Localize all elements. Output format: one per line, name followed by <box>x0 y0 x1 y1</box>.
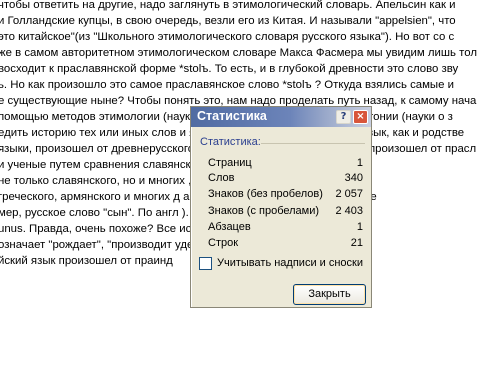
stat-label: Строк <box>208 237 239 249</box>
help-button[interactable]: ? <box>336 110 351 124</box>
stat-row-lines: Строк 21 <box>208 235 368 251</box>
document-line: чтобы ответить на другие, надо заглянуть… <box>0 0 456 11</box>
stat-value: 21 <box>350 237 363 249</box>
stat-row-chars-with-spaces: Знаков (с пробелами) 2 403 <box>208 203 368 219</box>
dialog-titlebar[interactable]: Статистика ? × <box>191 107 371 127</box>
stat-value: 2 057 <box>335 188 363 200</box>
stat-label: Абзацев <box>208 221 251 233</box>
stat-value: 1 <box>356 221 363 233</box>
document-line: ь. Но как произошло это самое праславянс… <box>0 79 454 91</box>
include-footnotes-checkbox[interactable] <box>199 257 212 270</box>
document-line: это китайское"(из "Школьного этимологиче… <box>0 31 455 43</box>
stat-value: 2 403 <box>335 205 363 217</box>
close-button[interactable]: Закрыть <box>293 284 366 305</box>
stat-row-words: Слов 340 <box>208 170 368 186</box>
close-icon: × <box>356 111 365 122</box>
stat-value: 340 <box>344 172 363 184</box>
stat-label: Знаков (без пробелов) <box>208 188 323 200</box>
stat-row-paragraphs: Абзацев 1 <box>208 219 368 235</box>
section-divider <box>261 143 365 144</box>
dialog-title: Статистика <box>197 109 267 123</box>
document-line: же в самом авторитетном этимологическом … <box>0 47 477 59</box>
stat-row-chars-no-spaces: Знаков (без пробелов) 2 057 <box>208 186 368 202</box>
stat-value: 1 <box>356 157 363 169</box>
stat-label: Страниц <box>208 157 252 169</box>
close-window-button[interactable]: × <box>353 110 368 124</box>
statistics-section-label: Статистика: <box>200 136 261 148</box>
stat-label: Знаков (с пробелами) <box>208 205 320 217</box>
stat-label: Слов <box>208 172 235 184</box>
include-footnotes-label[interactable]: Учитывать надписи и сноски <box>217 255 363 271</box>
stat-row-pages: Страниц 1 <box>208 155 368 171</box>
help-icon: ? <box>340 111 347 122</box>
document-line: и Голландские купцы, в свою очередь, вез… <box>0 15 456 27</box>
document-line: йский язык произошел от праинд <box>0 255 173 267</box>
document-line: восходит к праславянской форме *stolъ. Т… <box>0 63 459 75</box>
statistics-dialog: Статистика ? × Статистика: Страниц 1 Сло… <box>190 106 372 308</box>
